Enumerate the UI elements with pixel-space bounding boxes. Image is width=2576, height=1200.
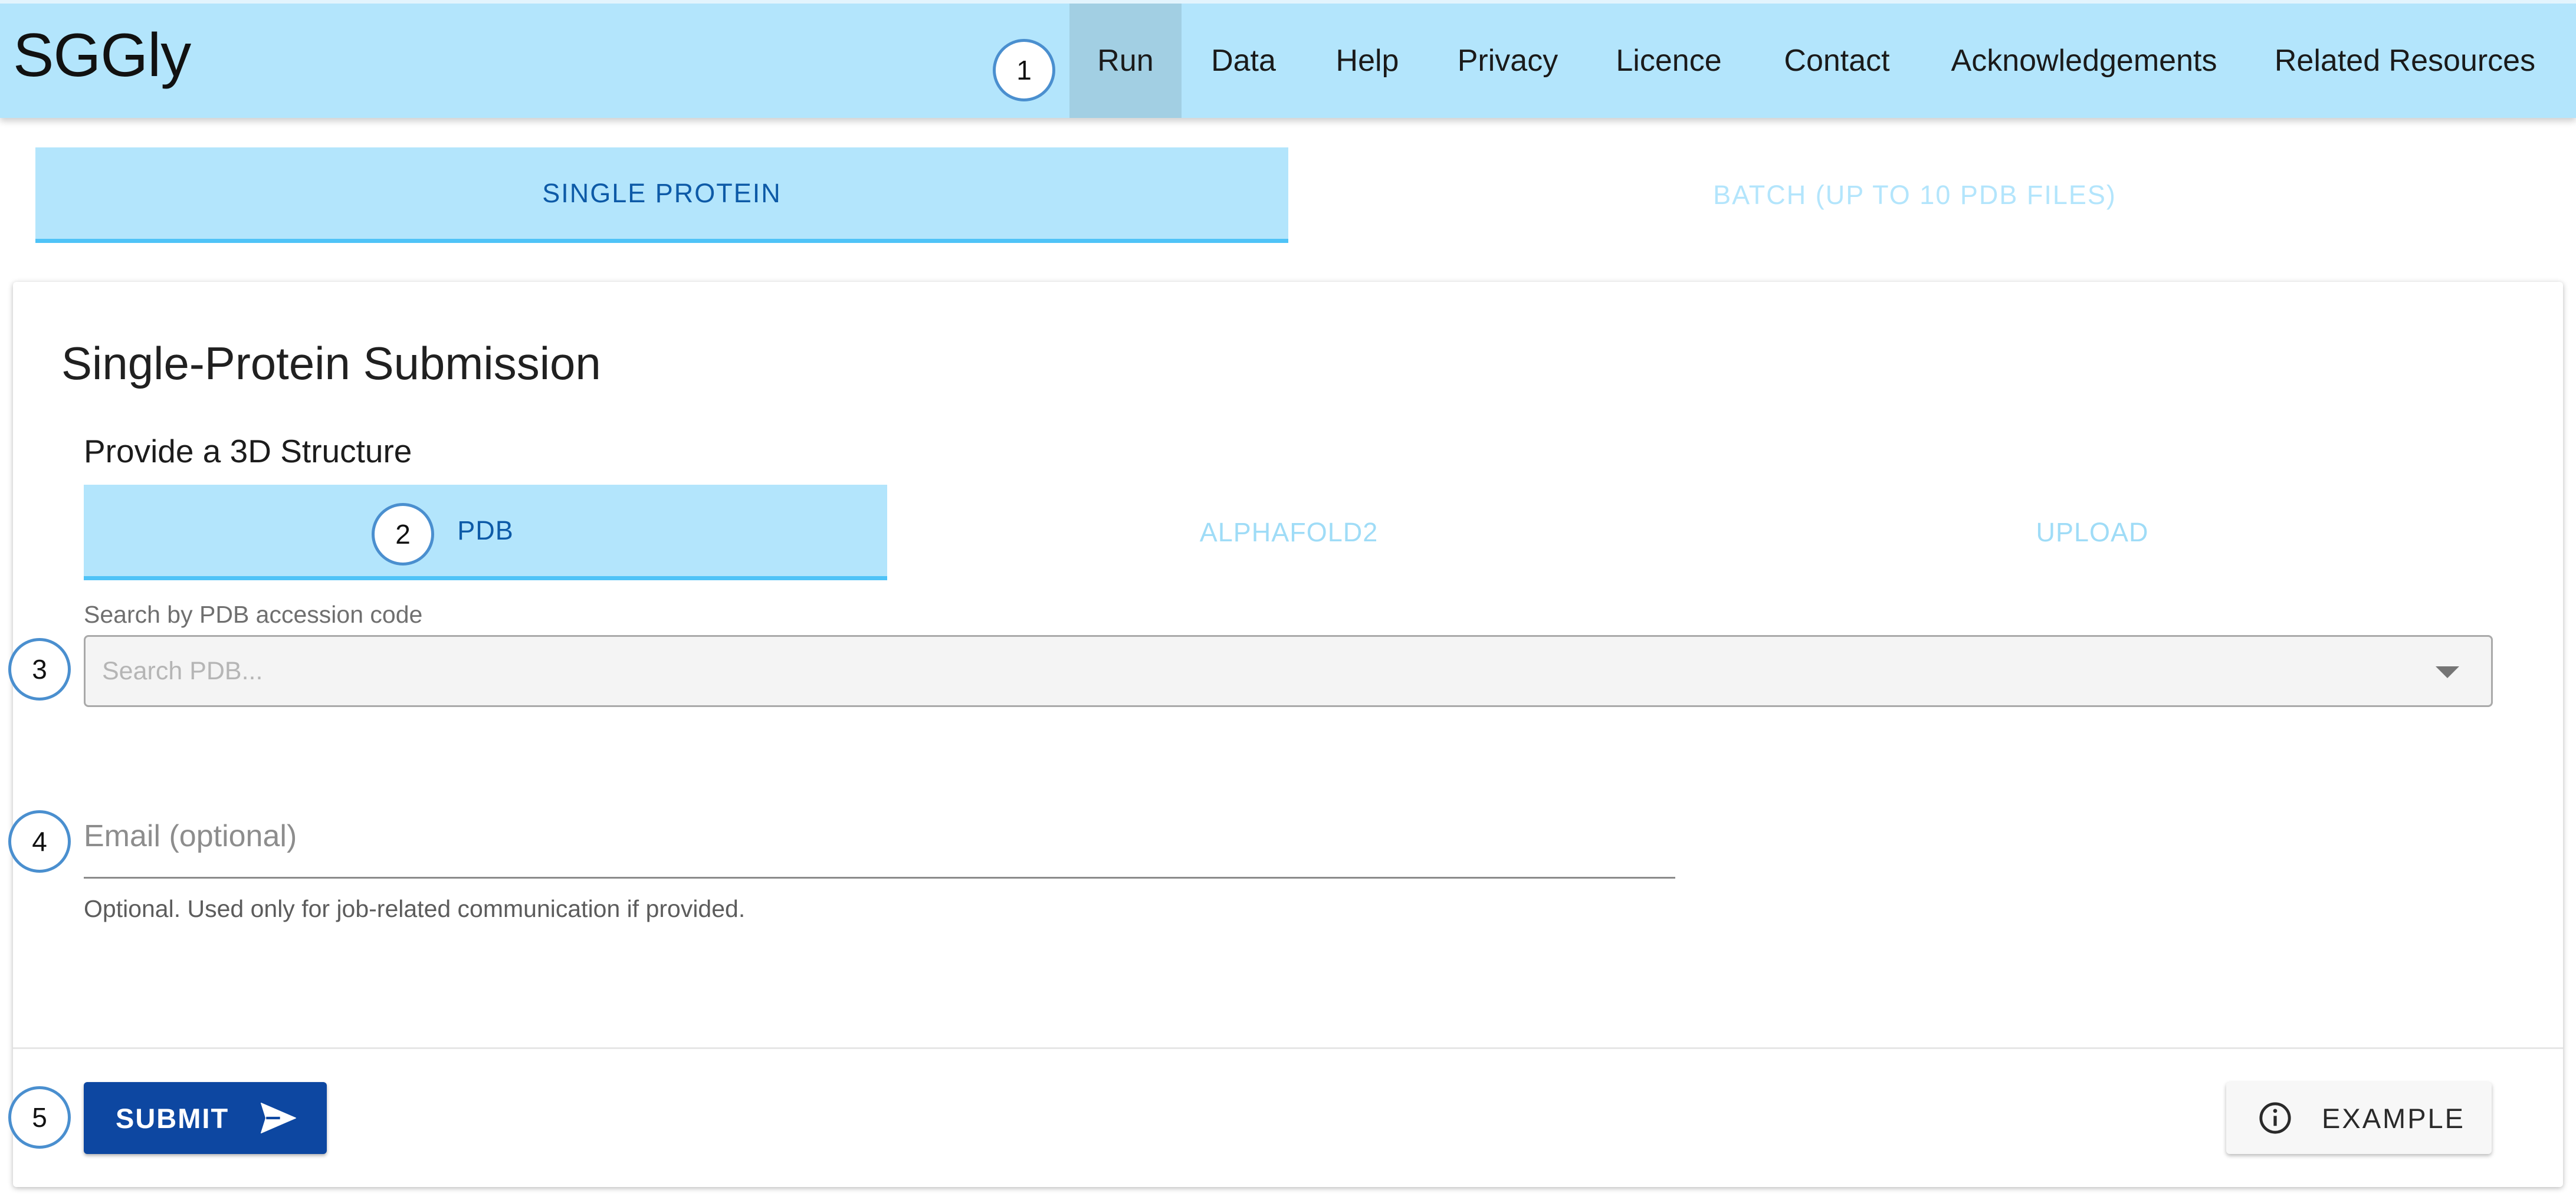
nav-item-contact[interactable]: Contact bbox=[1751, 4, 1922, 118]
submit-button[interactable]: SUBMIT bbox=[84, 1082, 327, 1154]
annotation-marker-2: 2 bbox=[372, 503, 434, 566]
nav-item-acknowledgements[interactable]: Acknowledgements bbox=[1922, 4, 2246, 118]
example-button-label: EXAMPLE bbox=[2322, 1102, 2466, 1134]
card-title: Single-Protein Submission bbox=[61, 337, 601, 389]
app-logo-text[interactable]: SGGly bbox=[13, 20, 191, 91]
tab-single-protein[interactable]: SINGLE PROTEIN bbox=[35, 147, 1288, 243]
nav-item-help[interactable]: Help bbox=[1305, 4, 1429, 118]
email-input[interactable] bbox=[84, 807, 1675, 866]
pdb-search-box[interactable] bbox=[84, 635, 2493, 707]
submission-card: Single-Protein Submission Provide a 3D S… bbox=[13, 282, 2563, 1187]
annotation-marker-1: 1 bbox=[993, 39, 1055, 101]
pdb-search-input[interactable] bbox=[102, 656, 2403, 686]
info-icon bbox=[2258, 1101, 2292, 1135]
nav-item-data[interactable]: Data bbox=[1182, 4, 1305, 118]
nav-item-run[interactable]: Run bbox=[1069, 4, 1182, 118]
source-tab-upload[interactable]: UPLOAD bbox=[1691, 485, 2494, 580]
top-navbar: SGGly Run Data Help Privacy Licence Cont… bbox=[0, 0, 2576, 118]
app-root: SGGly Run Data Help Privacy Licence Cont… bbox=[0, 0, 2576, 1200]
caret-down-icon[interactable] bbox=[2436, 666, 2459, 678]
card-divider bbox=[13, 1047, 2563, 1049]
annotation-marker-4: 4 bbox=[8, 810, 71, 873]
annotation-marker-5: 5 bbox=[8, 1086, 71, 1149]
search-field-label: Search by PDB accession code bbox=[84, 601, 423, 628]
nav-item-licence[interactable]: Licence bbox=[1586, 4, 1751, 118]
nav-item-related-resources[interactable]: Related Resources bbox=[2246, 4, 2564, 118]
source-tab-pdb[interactable]: PDB bbox=[84, 485, 887, 580]
tab-batch[interactable]: BATCH (UP TO 10 PDB FILES) bbox=[1288, 147, 2541, 243]
source-tab-alphafold2[interactable]: ALPHAFOLD2 bbox=[887, 485, 1691, 580]
email-helper-text: Optional. Used only for job-related comm… bbox=[84, 895, 746, 922]
nav-item-privacy[interactable]: Privacy bbox=[1429, 4, 1586, 118]
send-icon bbox=[260, 1102, 297, 1135]
submit-button-label: SUBMIT bbox=[116, 1102, 229, 1134]
annotation-marker-3: 3 bbox=[8, 638, 71, 701]
source-tab-pdb-label: PDB bbox=[457, 515, 514, 545]
email-field-wrapper bbox=[84, 801, 1675, 879]
example-button[interactable]: EXAMPLE bbox=[2226, 1082, 2492, 1154]
structure-section-label: Provide a 3D Structure bbox=[84, 433, 412, 469]
